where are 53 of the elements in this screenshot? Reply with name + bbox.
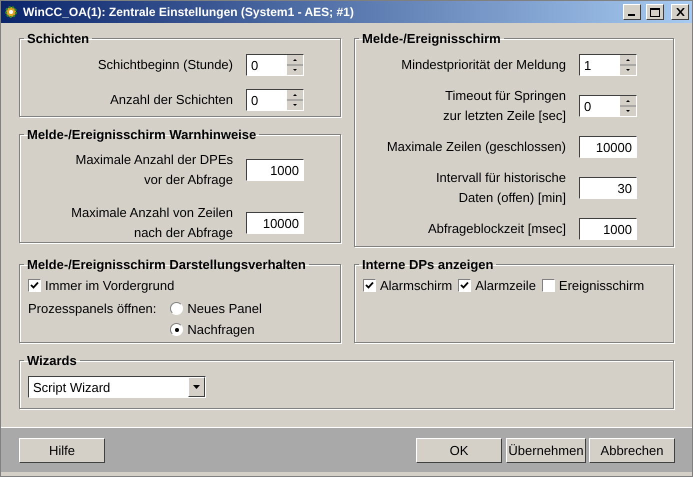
- gear-icon: [4, 5, 18, 19]
- field-label: Abfrageblockzeit [msec]: [426, 220, 566, 238]
- maximize-button[interactable]: [646, 4, 664, 20]
- group-title: Interne DPs anzeigen: [361, 257, 494, 272]
- field-label: Intervall für historische Daten (offen) [min]: [434, 169, 566, 207]
- help-button[interactable]: Hilfe: [19, 438, 105, 462]
- close-button[interactable]: [671, 4, 689, 20]
- dialog-button[interactable]: Übernehmen: [506, 438, 586, 462]
- field-label: Mindestpriorität der Meldung: [400, 56, 566, 74]
- checkbox-label: Alarmschirm: [380, 278, 452, 293]
- radio-button[interactable]: [170, 302, 184, 315]
- field-label: Timeout für Springen zur letzten Zeile [sec]: [442, 87, 566, 125]
- close-icon: [676, 8, 684, 16]
- group-title: Schichten: [26, 31, 90, 46]
- spin-box[interactable]: 0: [246, 54, 304, 76]
- input-field[interactable]: 1000: [246, 159, 304, 181]
- checkbox[interactable]: [458, 279, 472, 292]
- spin-arrows-icon[interactable]: [287, 90, 303, 110]
- radio-button[interactable]: [170, 323, 184, 336]
- checkbox[interactable]: [363, 279, 376, 292]
- maximize-icon: [650, 8, 660, 16]
- minimize-button[interactable]: [623, 4, 641, 20]
- checkbox[interactable]: [28, 279, 41, 292]
- input-field[interactable]: 1000: [579, 218, 637, 240]
- spin-arrows-icon[interactable]: [620, 96, 636, 116]
- radio-label: Neues Panel: [187, 301, 262, 316]
- field-label: Schichtbeginn (Stunde): [96, 56, 233, 74]
- dialog-button[interactable]: Abbrechen: [589, 438, 675, 462]
- group-title: Melde-/Ereignisschirm Warnhinweise: [26, 127, 258, 142]
- group-title: Wizards: [26, 353, 78, 368]
- checkbox[interactable]: [542, 279, 555, 292]
- spin-box[interactable]: 1: [579, 54, 637, 76]
- field-label: Anzahl der Schichten: [109, 91, 233, 109]
- field-label: Prozesspanels öffnen:: [28, 301, 156, 316]
- checkbox-label: Immer im Vordergrund: [45, 278, 174, 293]
- group-title: Melde-/Ereignisschirm Darstellungsverhalten: [26, 257, 307, 272]
- field-label: Maximale Anzahl von Zeilen nach der Abfrage: [70, 204, 233, 242]
- radio-label: Nachfragen: [187, 322, 255, 337]
- dropdown[interactable]: Script Wizard: [28, 376, 206, 398]
- input-field[interactable]: 30: [579, 177, 637, 199]
- spin-arrows-icon[interactable]: [287, 55, 303, 75]
- input-field[interactable]: 10000: [579, 136, 637, 158]
- field-label: Maximale Anzahl der DPEs vor der Abfrage: [74, 151, 233, 189]
- checkbox-label: Alarmzeile: [475, 278, 536, 293]
- dialog-button[interactable]: OK: [416, 438, 502, 462]
- checkbox-label: Ereignisschirm: [558, 278, 644, 293]
- spin-box[interactable]: 0: [246, 89, 304, 111]
- spin-arrows-icon[interactable]: [620, 55, 636, 75]
- group-title: Melde-/Ereignisschirm: [361, 31, 502, 46]
- input-field[interactable]: 10000: [246, 212, 304, 234]
- spin-box[interactable]: 0: [579, 95, 637, 117]
- field-label: Maximale Zeilen (geschlossen): [386, 138, 566, 156]
- window-title: WinCC_OA(1): Zentrale Einstellungen (System1 - AES; #1): [23, 5, 355, 19]
